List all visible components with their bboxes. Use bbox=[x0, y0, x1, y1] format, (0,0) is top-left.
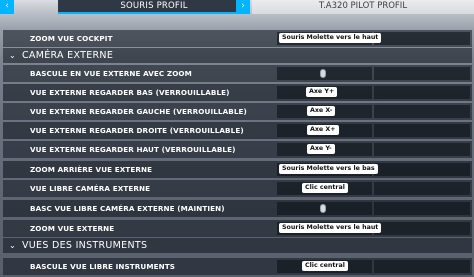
profile-tabs: ‹ SOURIS PROFIL › T.A320 PILOT PROFIL bbox=[0, 0, 474, 14]
secondary-binding-slot[interactable] bbox=[374, 163, 470, 176]
binding-row[interactable]: VUE EXTERNE REGARDER GAUCHE (VERROUILLAB… bbox=[0, 103, 474, 120]
chevron-down-icon: ⌄ bbox=[9, 241, 16, 250]
tab-label: SOURIS PROFIL bbox=[120, 1, 188, 11]
binding-row[interactable]: BASC VUE LIBRE CAMÉRA EXTERNE (MAINTIEN) bbox=[0, 200, 474, 217]
binding-row[interactable]: BASCULE VUE LIBRE INSTRUMENTS Clic centra… bbox=[0, 258, 474, 275]
binding-key-badge: Axe Y+ bbox=[306, 87, 338, 97]
next-profile-arrow-icon[interactable]: › bbox=[236, 0, 250, 14]
binding-row[interactable]: VUE EXTERNE REGARDER HAUT (VERROUILLABLE… bbox=[0, 141, 474, 158]
section-title: CAMÉRA EXTERNE bbox=[22, 50, 114, 61]
binding-key-badge: Clic central bbox=[302, 183, 348, 193]
tab-souris-profil[interactable]: SOURIS PROFIL bbox=[58, 0, 250, 14]
binding-label: VUE EXTERNE REGARDER HAUT (VERROUILLABLE… bbox=[30, 145, 236, 154]
binding-label: ZOOM VUE COCKPIT bbox=[30, 34, 113, 43]
binding-label: ZOOM ARRIÈRE VUE EXTERNE bbox=[30, 165, 153, 174]
binding-row[interactable]: VUE EXTERNE REGARDER BAS (VERROUILLABLE)… bbox=[0, 84, 474, 101]
section-header[interactable]: ⌄ CAMÉRA EXTERNE bbox=[0, 48, 474, 63]
secondary-binding-slot[interactable] bbox=[374, 124, 470, 137]
binding-key-badge: Clic central bbox=[302, 261, 348, 271]
binding-row[interactable]: VUE LIBRE CAMÉRA EXTERNE Clic central bbox=[0, 180, 474, 197]
section-header[interactable]: ⌄ VUES DES INSTRUMENTS bbox=[0, 238, 474, 253]
binding-row[interactable]: ZOOM ARRIÈRE VUE EXTERNE Souris Molette v… bbox=[0, 161, 474, 178]
binding-label: VUE EXTERNE REGARDER BAS (VERROUILLABLE) bbox=[30, 88, 230, 97]
secondary-binding-slot[interactable] bbox=[374, 86, 470, 99]
binding-label: BASC VUE LIBRE CAMÉRA EXTERNE (MAINTIEN) bbox=[30, 204, 225, 213]
binding-key-badge: Axe X+ bbox=[307, 125, 339, 135]
tab-label: T.A320 PILOT PROFIL bbox=[318, 1, 408, 11]
secondary-binding-slot[interactable] bbox=[374, 222, 470, 235]
mouse-icon bbox=[320, 204, 326, 213]
secondary-binding-slot[interactable] bbox=[374, 260, 470, 273]
binding-label: BASCULE VUE LIBRE INSTRUMENTS bbox=[30, 262, 176, 271]
binding-row[interactable]: VUE EXTERNE REGARDER DROITE (VERROUILLAB… bbox=[0, 122, 474, 139]
binding-label: VUE EXTERNE REGARDER GAUCHE (VERROUILLAB… bbox=[30, 107, 247, 116]
secondary-binding-slot[interactable] bbox=[374, 67, 470, 80]
secondary-binding-slot[interactable] bbox=[374, 105, 470, 118]
secondary-binding-slot[interactable] bbox=[374, 182, 470, 195]
binding-row[interactable]: ZOOM VUE COCKPIT Souris Molette vers le h… bbox=[0, 30, 474, 47]
chevron-down-icon: ⌄ bbox=[9, 51, 16, 60]
secondary-binding-slot[interactable] bbox=[374, 32, 470, 45]
binding-label: BASCULE EN VUE EXTERNE AVEC ZOOM bbox=[30, 69, 192, 78]
binding-row[interactable]: BASCULE EN VUE EXTERNE AVEC ZOOM bbox=[0, 65, 474, 82]
binding-label: VUE EXTERNE REGARDER DROITE (VERROUILLAB… bbox=[30, 126, 244, 135]
section-title: VUES DES INSTRUMENTS bbox=[22, 240, 148, 251]
tab-a320-pilot-profil[interactable]: T.A320 PILOT PROFIL bbox=[252, 0, 474, 14]
binding-label: ZOOM VUE EXTERNE bbox=[30, 224, 115, 233]
binding-key-badge: Souris Molette vers le haut bbox=[279, 33, 382, 43]
binding-key-badge: Axe Y- bbox=[307, 144, 335, 154]
previous-profile-arrow-icon[interactable]: ‹ bbox=[0, 0, 14, 14]
secondary-binding-slot[interactable] bbox=[374, 202, 470, 215]
binding-key-badge: Souris Molette vers le bas bbox=[279, 164, 378, 174]
binding-key-badge: Souris Molette vers le haut bbox=[279, 223, 382, 233]
binding-label: VUE LIBRE CAMÉRA EXTERNE bbox=[30, 184, 151, 193]
binding-row[interactable]: ZOOM VUE EXTERNE Souris Molette vers le h… bbox=[0, 220, 474, 237]
mouse-icon bbox=[320, 69, 326, 78]
secondary-binding-slot[interactable] bbox=[374, 143, 470, 156]
binding-key-badge: Axe X- bbox=[307, 106, 336, 116]
